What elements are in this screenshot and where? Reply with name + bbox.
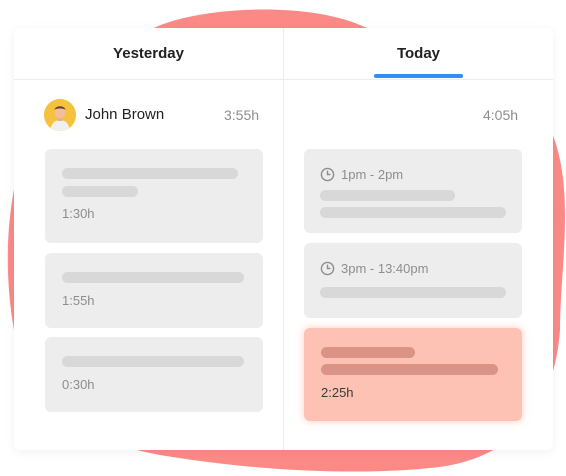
column-divider: [283, 28, 284, 450]
entry-duration: 1:55h: [62, 293, 95, 308]
placeholder-line: [62, 356, 244, 367]
tab-today[interactable]: Today: [284, 28, 553, 79]
tab-yesterday[interactable]: Yesterday: [14, 28, 283, 79]
today-entry-card[interactable]: 1pm - 2pm: [304, 149, 522, 233]
active-tab-indicator: [374, 74, 463, 78]
today-active-entry-card[interactable]: 2:25h: [304, 328, 522, 421]
placeholder-line: [62, 272, 244, 283]
user-avatar-icon: [44, 99, 76, 131]
placeholder-line: [321, 347, 415, 358]
placeholder-line: [320, 190, 455, 201]
placeholder-line: [320, 207, 506, 218]
today-total-duration: 4:05h: [483, 107, 519, 123]
yesterday-total-duration: 3:55h: [224, 107, 260, 123]
avatar: [44, 99, 76, 131]
time-slot-label: 1pm - 2pm: [341, 166, 404, 182]
yesterday-entry-card[interactable]: 1:55h: [45, 253, 263, 328]
today-entry-card[interactable]: 3pm - 13:40pm: [304, 243, 522, 318]
entry-duration: 1:30h: [62, 206, 95, 221]
time-slot: 1pm - 2pm: [320, 166, 403, 182]
time-slot-label: 3pm - 13:40pm: [341, 260, 429, 276]
placeholder-line: [320, 287, 506, 298]
time-slot: 3pm - 13:40pm: [320, 260, 428, 276]
user-name: John Brown: [85, 106, 165, 123]
yesterday-entry-card[interactable]: 1:30h: [45, 149, 263, 243]
clock-icon: [320, 261, 335, 275]
entry-duration: 2:25h: [321, 385, 354, 400]
placeholder-line: [321, 364, 498, 375]
entry-duration: 0:30h: [62, 377, 95, 392]
yesterday-entry-card[interactable]: 0:30h: [45, 337, 263, 412]
clock-icon: [320, 167, 335, 181]
timesheet-panel: Yesterday Today John Brown 3:55h 4:05h 1…: [14, 28, 553, 450]
placeholder-line: [62, 168, 238, 179]
placeholder-line: [62, 186, 138, 197]
